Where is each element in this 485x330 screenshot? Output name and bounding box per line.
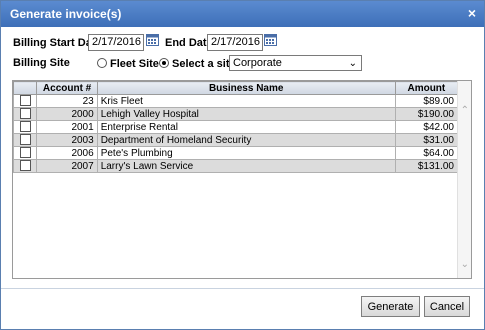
amount-cell: $64.00 [394, 146, 459, 160]
table-row[interactable]: 2000 Lehigh Valley Hospital $190.00 [13, 107, 459, 121]
amount-cell: $89.00 [394, 94, 459, 108]
close-icon[interactable]: × [468, 5, 476, 21]
row-checkbox[interactable] [19, 108, 31, 120]
row-checkbox[interactable] [19, 134, 31, 146]
select-site-label[interactable]: Select a site [172, 58, 236, 70]
dialog-title: Generate invoice(s) [10, 7, 122, 21]
generate-button[interactable]: Generate [361, 296, 420, 317]
business-name-cell: Department of Homeland Security [96, 133, 396, 147]
business-name-cell: Lehigh Valley Hospital [96, 107, 396, 121]
dialog-title-bar[interactable]: Generate invoice(s) × [1, 1, 484, 27]
business-name-cell: Pete's Plumbing [96, 146, 396, 160]
business-name-cell: Enterprise Rental [96, 120, 396, 134]
column-header-business-name[interactable]: Business Name [96, 81, 396, 95]
billing-site-label: Billing Site [13, 57, 70, 69]
business-name-cell: Larry's Lawn Service [96, 159, 396, 173]
account-cell: 2000 [36, 107, 98, 121]
invoice-table: Account # Business Name Amount 23 Kris F… [13, 81, 459, 173]
account-cell: 2007 [36, 159, 98, 173]
amount-cell: $190.00 [394, 107, 459, 121]
table-row[interactable]: 23 Kris Fleet $89.00 [13, 94, 459, 108]
row-checkbox[interactable] [19, 121, 31, 133]
business-name-cell: Kris Fleet [96, 94, 396, 108]
cancel-button[interactable]: Cancel [424, 296, 470, 317]
account-cell: 2003 [36, 133, 98, 147]
table-row[interactable]: 2006 Pete's Plumbing $64.00 [13, 146, 459, 160]
amount-cell: $42.00 [394, 120, 459, 134]
account-cell: 23 [36, 94, 98, 108]
grid-scrollbar[interactable]: ⌃ ⌄ [457, 81, 471, 278]
row-checkbox[interactable] [19, 95, 31, 107]
end-date-label: End Date [165, 37, 213, 49]
select-site-radio[interactable] [159, 58, 169, 68]
column-header-amount[interactable]: Amount [394, 81, 459, 95]
site-select[interactable]: Corporate ⌄ [229, 55, 362, 71]
fleet-site-radio[interactable] [97, 58, 107, 68]
billing-start-input[interactable]: 2/17/2016 [88, 34, 144, 51]
fleet-site-label[interactable]: Fleet Site [110, 58, 159, 70]
site-select-value: Corporate [233, 57, 282, 69]
generate-invoice-dialog: Generate invoice(s) × Billing Start Date… [0, 0, 485, 330]
amount-cell: $31.00 [394, 133, 459, 147]
column-header-select [13, 81, 38, 95]
footer-divider [1, 288, 484, 289]
table-row[interactable]: 2001 Enterprise Rental $42.00 [13, 120, 459, 134]
amount-cell: $131.00 [394, 159, 459, 173]
table-row[interactable]: 2007 Larry's Lawn Service $131.00 [13, 159, 459, 173]
account-cell: 2006 [36, 146, 98, 160]
invoice-grid: Account # Business Name Amount 23 Kris F… [12, 80, 472, 279]
end-date-input[interactable]: 2/17/2016 [207, 34, 263, 51]
account-cell: 2001 [36, 120, 98, 134]
column-header-account[interactable]: Account # [36, 81, 98, 95]
row-checkbox[interactable] [19, 147, 31, 159]
chevron-up-icon[interactable]: ⌃ [461, 105, 469, 116]
calendar-icon[interactable] [264, 34, 277, 46]
calendar-icon[interactable] [146, 34, 159, 46]
row-checkbox[interactable] [19, 160, 31, 172]
chevron-down-icon[interactable]: ⌄ [461, 259, 469, 270]
chevron-down-icon: ⌄ [348, 58, 357, 69]
table-row[interactable]: 2003 Department of Homeland Security $31… [13, 133, 459, 147]
